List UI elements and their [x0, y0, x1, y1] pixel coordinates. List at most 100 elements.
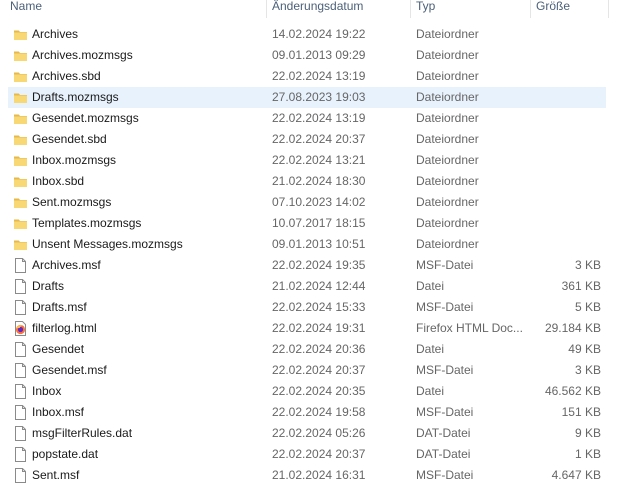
- file-date: 22.02.2024 19:58: [272, 405, 366, 419]
- file-icon: [14, 384, 27, 399]
- file-row[interactable]: msgFilterRules.dat 22.02.2024 05:26 DAT-Da…: [8, 423, 606, 444]
- file-date: 22.02.2024 20:37: [272, 363, 366, 377]
- file-row[interactable]: Gesendet.msf 22.02.2024 20:37 MSF-Datei 3 K…: [8, 360, 606, 381]
- column-header-date[interactable]: Änderungsdatum: [272, 0, 363, 18]
- file-date: 14.02.2024 19:22: [272, 27, 366, 41]
- file-size: 49 KB: [568, 342, 601, 356]
- file-row[interactable]: Gesendet.sbd 22.02.2024 20:37 Dateiordner: [8, 129, 606, 150]
- file-type: Dateiordner: [416, 237, 479, 251]
- file-name: Archives.msf: [32, 258, 101, 272]
- file-date: 22.02.2024 13:19: [272, 69, 366, 83]
- file-size: 9 KB: [574, 426, 601, 440]
- file-row[interactable]: Inbox.msf 22.02.2024 19:58 MSF-Datei 151 KB: [8, 402, 606, 423]
- firefox-html-icon: [14, 321, 27, 336]
- file-size: 3 KB: [574, 363, 601, 377]
- file-row[interactable]: Inbox.sbd 21.02.2024 18:30 Dateiordner: [8, 171, 606, 192]
- column-divider[interactable]: [608, 0, 609, 18]
- file-type: Datei: [416, 342, 445, 356]
- folder-icon: [14, 90, 27, 105]
- file-type: Dateiordner: [416, 153, 479, 167]
- file-row[interactable]: Sent.mozmsgs 07.10.2023 14:02 Dateiordner: [8, 192, 606, 213]
- file-row[interactable]: Inbox.mozmsgs 22.02.2024 13:21 Dateiordner: [8, 150, 606, 171]
- file-icon: [14, 258, 27, 273]
- file-name: Sent.mozmsgs: [32, 195, 112, 209]
- folder-icon: [14, 237, 27, 252]
- file-type: MSF-Datei: [416, 405, 474, 419]
- file-type: Datei: [416, 279, 445, 293]
- file-row[interactable]: Gesendet.mozmsgs 22.02.2024 13:19 Dateiord…: [8, 108, 606, 129]
- column-header-size[interactable]: Größe: [536, 0, 570, 18]
- file-size: 361 KB: [561, 279, 601, 293]
- file-icon: [14, 279, 27, 294]
- file-size: 46.562 KB: [544, 384, 601, 398]
- file-name: Gesendet: [32, 342, 85, 356]
- file-row[interactable]: Unsent Messages.mozmsgs 09.01.2013 10:51 D…: [8, 234, 606, 255]
- file-type: Dateiordner: [416, 27, 479, 41]
- file-type: DAT-Datei: [416, 426, 471, 440]
- file-row[interactable]: Archives.mozmsgs 09.01.2013 09:29 Dateiord…: [8, 45, 606, 66]
- file-date: 22.02.2024 20:37: [272, 132, 366, 146]
- file-name: Inbox.sbd: [32, 174, 85, 188]
- file-icon: [14, 468, 27, 483]
- file-date: 21.02.2024 18:30: [272, 174, 366, 188]
- file-row[interactable]: Gesendet 22.02.2024 20:36 Datei 49 KB: [8, 339, 606, 360]
- column-header-type[interactable]: Typ: [416, 0, 435, 18]
- folder-icon: [14, 27, 27, 42]
- file-row[interactable]: Drafts.msf 22.02.2024 15:33 MSF-Datei 5 KB: [8, 297, 606, 318]
- column-divider[interactable]: [266, 0, 267, 18]
- file-name: Archives: [32, 27, 79, 41]
- file-type: Dateiordner: [416, 48, 479, 62]
- file-row[interactable]: Drafts.mozmsgs 27.08.2023 19:03 Dateiordne…: [8, 87, 606, 108]
- file-date: 21.02.2024 12:44: [272, 279, 366, 293]
- file-size: 3 KB: [574, 258, 601, 272]
- file-date: 22.02.2024 20:36: [272, 342, 366, 356]
- file-name: Archives.sbd: [32, 69, 101, 83]
- file-row[interactable]: Drafts 21.02.2024 12:44 Datei 361 KB: [8, 276, 606, 297]
- file-date: 22.02.2024 15:33: [272, 300, 366, 314]
- column-divider[interactable]: [530, 0, 531, 18]
- file-type: Dateiordner: [416, 216, 479, 230]
- folder-icon: [14, 174, 27, 189]
- file-icon: [14, 300, 27, 315]
- file-name: Templates.mozmsgs: [32, 216, 142, 230]
- file-date: 07.10.2023 14:02: [272, 195, 366, 209]
- file-date: 22.02.2024 19:35: [272, 258, 366, 272]
- file-type: DAT-Datei: [416, 447, 471, 461]
- file-name: Drafts: [32, 279, 65, 293]
- folder-icon: [14, 153, 27, 168]
- column-header: Name Änderungsdatum Typ Größe: [0, 0, 627, 18]
- file-name: Drafts.mozmsgs: [32, 90, 119, 104]
- file-name: Sent.msf: [32, 468, 80, 482]
- file-name: Gesendet.sbd: [32, 132, 107, 146]
- file-type: Dateiordner: [416, 174, 479, 188]
- column-divider[interactable]: [410, 0, 411, 18]
- file-date: 22.02.2024 20:37: [272, 447, 366, 461]
- file-row[interactable]: popstate.dat 22.02.2024 20:37 DAT-Datei 1 K…: [8, 444, 606, 465]
- file-row[interactable]: Templates.mozmsgs 10.07.2017 18:15 Dateior…: [8, 213, 606, 234]
- file-icon: [14, 342, 27, 357]
- file-date: 22.02.2024 20:35: [272, 384, 366, 398]
- file-size: 29.184 KB: [544, 321, 601, 335]
- folder-icon: [14, 195, 27, 210]
- column-header-name[interactable]: Name: [10, 0, 42, 18]
- file-date: 21.02.2024 16:31: [272, 468, 366, 482]
- folder-icon: [14, 48, 27, 63]
- file-row[interactable]: Inbox 22.02.2024 20:35 Datei 46.562 KB: [8, 381, 606, 402]
- file-name: Unsent Messages.mozmsgs: [32, 237, 183, 251]
- file-name: Gesendet.mozmsgs: [32, 111, 139, 125]
- file-type: MSF-Datei: [416, 258, 474, 272]
- file-size: 151 KB: [561, 405, 601, 419]
- file-row[interactable]: Archives.msf 22.02.2024 19:35 MSF-Datei 3 K…: [8, 255, 606, 276]
- file-date: 10.07.2017 18:15: [272, 216, 366, 230]
- file-name: Drafts.msf: [32, 300, 87, 314]
- file-row[interactable]: Archives.sbd 22.02.2024 13:19 Dateiordner: [8, 66, 606, 87]
- file-row[interactable]: filterlog.html 22.02.2024 19:31 Firefox HT…: [8, 318, 606, 339]
- file-size: 1 KB: [574, 447, 601, 461]
- file-name: Inbox.mozmsgs: [32, 153, 117, 167]
- file-type: Dateiordner: [416, 69, 479, 83]
- file-name: Gesendet.msf: [32, 363, 107, 377]
- folder-icon: [14, 132, 27, 147]
- folder-icon: [14, 216, 27, 231]
- file-row[interactable]: Archives 14.02.2024 19:22 Dateiordner: [8, 24, 606, 45]
- file-icon: [14, 426, 27, 441]
